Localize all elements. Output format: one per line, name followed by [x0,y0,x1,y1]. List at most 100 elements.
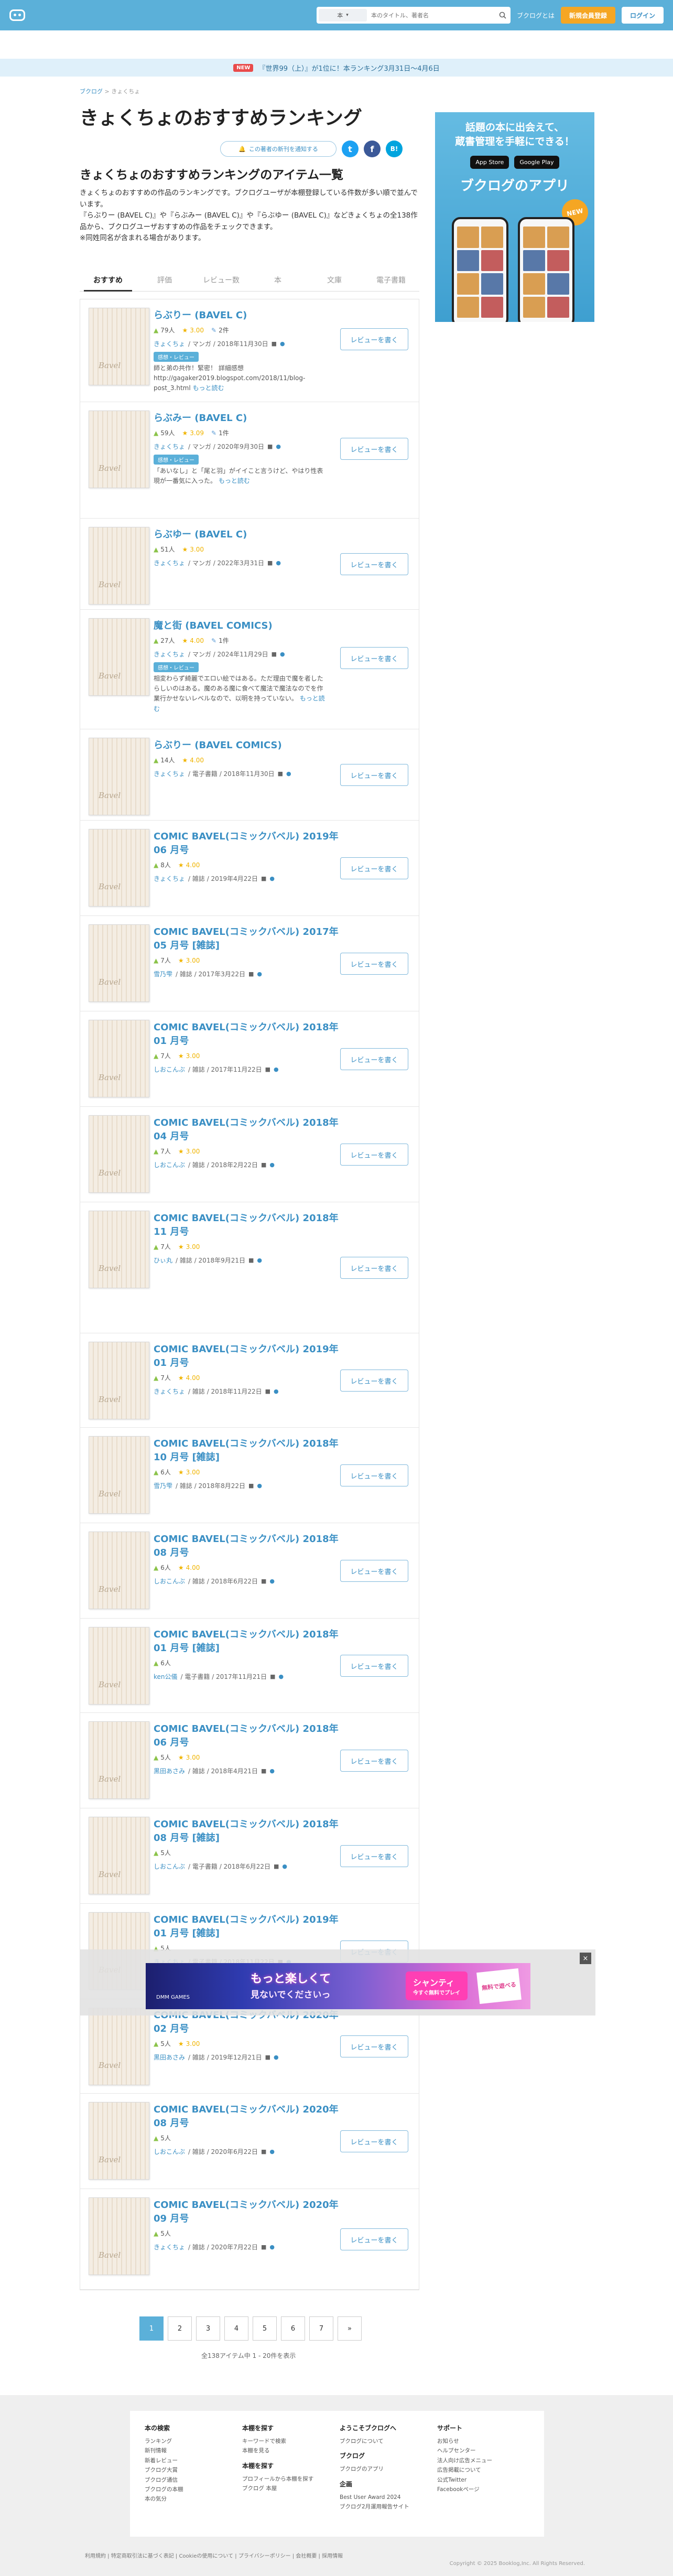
twitter-icon[interactable]: t [342,141,359,157]
book-title-link[interactable]: COMIC BAVEL(コミックバベル) 2019年 01 月号 [雑誌] [154,1913,342,1941]
page-6-button[interactable]: 6 [281,2316,305,2341]
login-button[interactable]: ログイン [621,7,664,24]
book-cover[interactable] [89,527,149,605]
rakuten-icon[interactable]: ● [276,443,281,450]
footer-link[interactable]: 本棚を見る [242,2446,334,2455]
amazon-icon[interactable]: ■ [261,1767,266,1774]
book-cover[interactable] [89,829,149,907]
amazon-icon[interactable]: ■ [265,2054,270,2061]
app-store-badge[interactable]: App Store [470,156,509,169]
book-title-link[interactable]: らぶゆー (BAVEL C) [154,528,342,542]
footer-link[interactable]: ブクログ 本屋 [242,2484,334,2493]
rakuten-icon[interactable]: ● [269,1767,275,1774]
author-link[interactable]: 雪乃雫 [154,969,172,978]
author-link[interactable]: 黒田あさみ [154,2053,185,2062]
rakuten-icon[interactable]: ● [257,1482,262,1489]
search-category-select[interactable]: 本 ▾ [318,9,367,21]
book-title-link[interactable]: らぶみー (BAVEL C) [154,412,342,425]
author-link[interactable]: しおこんぶ [154,1577,185,1586]
facebook-icon[interactable]: f [364,141,381,157]
footer-link[interactable]: ランキング [145,2437,237,2446]
rakuten-icon[interactable]: ● [274,1388,279,1395]
book-cover[interactable] [89,1020,149,1097]
write-review-button[interactable]: レビューを書く [340,1750,408,1772]
footer-link[interactable]: 新着レビュー [145,2456,237,2465]
rakuten-icon[interactable]: ● [279,1673,284,1680]
rakuten-icon[interactable]: ● [269,1161,275,1168]
author-link[interactable]: しおこんぶ [154,1065,185,1074]
author-link[interactable]: しおこんぶ [154,1160,185,1169]
write-review-button[interactable]: レビューを書く [340,2228,408,2250]
book-title-link[interactable]: COMIC BAVEL(コミックバベル) 2018年 01 月号 [154,1021,342,1048]
hatena-bookmark-icon[interactable]: B! [386,141,403,157]
read-more-link[interactable]: もっと読む [219,477,250,484]
book-cover[interactable] [89,738,149,815]
read-more-link[interactable]: もっと読む [193,384,224,392]
write-review-button[interactable]: レビューを書く [340,953,408,975]
book-cover[interactable] [89,924,149,1002]
amazon-icon[interactable]: ■ [248,1257,254,1264]
amazon-icon[interactable]: ■ [261,2244,266,2250]
footer-link[interactable]: お知らせ [437,2437,529,2446]
amazon-icon[interactable]: ■ [261,1161,266,1168]
app-promo-ad[interactable]: 話題の本に出会えて、 蔵書管理を手軽にできる！ App Store Google… [435,112,594,322]
rakuten-icon[interactable]: ● [257,1257,262,1264]
book-title-link[interactable]: COMIC BAVEL(コミックバベル) 2018年 06 月号 [154,1722,342,1750]
book-title-link[interactable]: COMIC BAVEL(コミックバベル) 2018年 01 月号 [雑誌] [154,1628,342,1655]
amazon-icon[interactable]: ■ [274,1863,279,1870]
book-cover[interactable] [89,308,149,385]
amazon-icon[interactable]: ■ [272,651,277,658]
register-button[interactable]: 新規会員登録 [560,7,615,24]
close-icon[interactable]: × [580,1953,591,1964]
page-7-button[interactable]: 7 [309,2316,333,2341]
about-booklog-link[interactable]: ブクログとは [517,11,555,20]
amazon-icon[interactable]: ■ [270,1673,275,1680]
amazon-icon[interactable]: ■ [267,443,273,450]
write-review-button[interactable]: レビューを書く [340,1370,408,1392]
rakuten-icon[interactable]: ● [274,1066,279,1073]
book-title-link[interactable]: COMIC BAVEL(コミックバベル) 2018年 10 月号 [雑誌] [154,1437,342,1464]
book-title-link[interactable]: 魔と街 (BAVEL COMICS) [154,619,342,633]
book-cover[interactable] [89,1532,149,1609]
amazon-icon[interactable]: ■ [265,1066,270,1073]
rakuten-icon[interactable]: ● [257,971,262,977]
book-cover[interactable] [89,1721,149,1799]
write-review-button[interactable]: レビューを書く [340,438,408,460]
footer-link[interactable]: ブクログのアプリ [340,2464,432,2474]
page-3-button[interactable]: 3 [196,2316,220,2341]
footer-link[interactable]: ブクログ大賞 [145,2465,237,2475]
author-link[interactable]: ken公儀 [154,1672,178,1681]
book-cover[interactable] [89,618,149,696]
rakuten-icon[interactable]: ● [280,651,285,658]
tab-recommended[interactable]: おすすめ [80,268,136,292]
footer-link[interactable]: 本の気分 [145,2494,237,2504]
author-link[interactable]: きょくちょ [154,442,185,451]
footer-link[interactable]: ブクログの本棚 [145,2485,237,2494]
footer-link[interactable]: ブクログ通信 [145,2475,237,2485]
rakuten-icon[interactable]: ● [269,875,275,882]
rakuten-icon[interactable]: ● [286,770,291,777]
footer-link[interactable]: 広告掲載について [437,2465,529,2475]
author-link[interactable]: きょくちょ [154,874,185,883]
write-review-button[interactable]: レビューを書く [340,1144,408,1166]
book-cover[interactable] [89,2008,149,2085]
author-link[interactable]: 雪乃雫 [154,1481,172,1490]
footer-legal-links[interactable]: 利用規約 | 特定商取引法に基づく表記 | Cookieの使用について | プラ… [85,2551,343,2559]
footer-link[interactable]: 公式Twitter [437,2475,529,2485]
book-cover[interactable] [89,1627,149,1705]
search-icon[interactable] [495,7,511,24]
author-link[interactable]: きょくちょ [154,558,185,567]
book-title-link[interactable]: COMIC BAVEL(コミックバベル) 2018年 11 月号 [154,1212,342,1239]
rakuten-icon[interactable]: ● [280,340,285,347]
book-cover[interactable] [89,2197,149,2275]
author-link[interactable]: きょくちょ [154,339,185,348]
amazon-icon[interactable]: ■ [248,1482,254,1489]
rakuten-icon[interactable]: ● [269,2244,275,2250]
footer-link[interactable]: Best User Award 2024 [340,2493,432,2502]
amazon-icon[interactable]: ■ [261,1578,266,1585]
book-cover[interactable] [89,1342,149,1419]
book-cover[interactable] [89,1817,149,1894]
page-4-button[interactable]: 4 [224,2316,248,2341]
footer-link[interactable]: ブクログ2月運用報告サイト [340,2502,432,2512]
notify-new-release-button[interactable]: 🔔 この著者の新刊を通知する [220,141,336,157]
